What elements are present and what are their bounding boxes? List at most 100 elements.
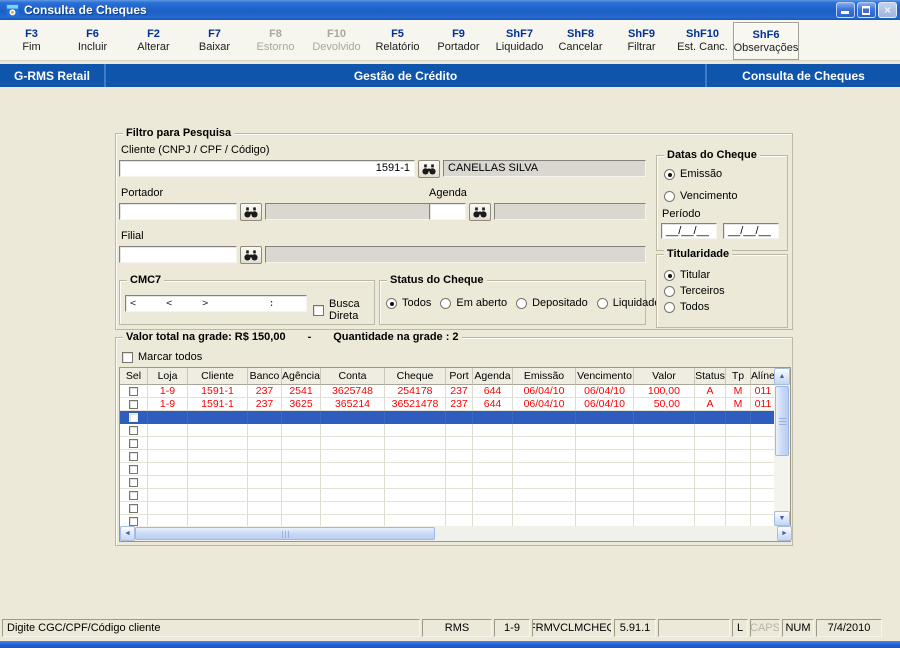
row-checkbox[interactable] xyxy=(120,450,148,463)
row-checkbox[interactable] xyxy=(120,437,148,450)
radio-depositado[interactable]: Depositado xyxy=(516,297,588,309)
toolbar-key: F10 xyxy=(327,28,346,40)
row-checkbox[interactable] xyxy=(120,476,148,489)
scroll-up-button[interactable]: ▲ xyxy=(774,368,790,385)
restore-button[interactable] xyxy=(857,2,876,18)
grid-column-header-agência[interactable]: Agência xyxy=(282,368,321,385)
radio-label: Terceiros xyxy=(680,285,725,297)
portador-search-button[interactable] xyxy=(240,203,262,221)
grid-column-header-banco[interactable]: Banco xyxy=(248,368,282,385)
toolbar-key: F5 xyxy=(391,28,404,40)
toolbar-button-f5[interactable]: F5Relatório xyxy=(367,22,428,58)
vertical-scrollbar[interactable] xyxy=(774,385,790,528)
grid-cell: 254178 xyxy=(385,385,446,398)
toolbar-button-shf10[interactable]: ShF10Est. Canc. xyxy=(672,22,733,58)
statusbar-panel-l: L xyxy=(732,619,748,637)
row-checkbox[interactable] xyxy=(120,489,148,502)
filial-search-button[interactable] xyxy=(240,246,262,264)
toolbar-button-shf9[interactable]: ShF9Filtrar xyxy=(611,22,672,58)
grid-column-header-status[interactable]: Status xyxy=(695,368,726,385)
grid-empty-row[interactable] xyxy=(120,502,776,515)
row-checkbox[interactable] xyxy=(120,398,148,411)
radio-label: Todos xyxy=(402,297,431,309)
horizontal-scrollbar-thumb[interactable] xyxy=(135,527,435,540)
grid-column-header-emissão[interactable]: Emissão xyxy=(513,368,576,385)
radio-vencimento[interactable]: Vencimento xyxy=(664,190,737,202)
grid-cell: 237 xyxy=(446,398,473,411)
grid-column-header-cheque[interactable]: Cheque xyxy=(385,368,446,385)
scroll-right-button[interactable]: ► xyxy=(777,526,792,541)
minimize-button[interactable] xyxy=(836,2,855,18)
grid-header: SelLojaClienteBancoAgênciaContaChequePor… xyxy=(120,368,790,385)
toolbar-label: Liquidado xyxy=(496,41,544,53)
grid-column-header-agenda[interactable]: Agenda xyxy=(473,368,513,385)
grid-empty-row[interactable] xyxy=(120,463,776,476)
row-checkbox[interactable] xyxy=(120,424,148,437)
busca-direta-checkbox[interactable]: Busca Direta xyxy=(313,298,374,322)
filial-input[interactable] xyxy=(119,246,237,263)
toolbar-button-shf7[interactable]: ShF7Liquidado xyxy=(489,22,550,58)
grid-column-header-valor[interactable]: Valor xyxy=(634,368,695,385)
toolbar-button-f7[interactable]: F7Baixar xyxy=(184,22,245,58)
agenda-input[interactable] xyxy=(429,203,466,220)
toolbar-button-f9[interactable]: F9Portador xyxy=(428,22,489,58)
radio-icon xyxy=(664,286,675,297)
radio-liquidado[interactable]: Liquidado xyxy=(597,297,661,309)
grid-column-header-alínea[interactable]: Alínea xyxy=(751,368,776,385)
horizontal-scrollbar[interactable]: ◄ ► xyxy=(120,526,792,541)
cliente-search-button[interactable] xyxy=(418,160,440,178)
statusbar-panel-7-4-2010: 7/4/2010 xyxy=(816,619,882,637)
grid-cell xyxy=(446,450,473,463)
row-checkbox[interactable] xyxy=(120,463,148,476)
grid-cell xyxy=(634,450,695,463)
grid-empty-row[interactable] xyxy=(120,437,776,450)
radio-todos[interactable]: Todos xyxy=(386,297,431,309)
grid-column-header-tp[interactable]: Tp xyxy=(726,368,751,385)
grid-cell xyxy=(282,463,321,476)
radio-em-aberto[interactable]: Em aberto xyxy=(440,297,507,309)
cmc7-input[interactable]: < < > : xyxy=(125,295,307,312)
datas-cheque-radios: Emissão Vencimento xyxy=(664,168,737,202)
grid-selected-row[interactable] xyxy=(120,411,776,424)
scroll-down-button[interactable]: ▼ xyxy=(774,511,790,526)
grid-cell xyxy=(321,502,385,515)
agenda-search-button[interactable] xyxy=(469,203,491,221)
grid-data-row[interactable]: 1-91591-12372541362574825417823764406/04… xyxy=(120,385,776,398)
toolbar-button-f2[interactable]: F2Alterar xyxy=(123,22,184,58)
grid-empty-row[interactable] xyxy=(120,476,776,489)
radio-terceiros[interactable]: Terceiros xyxy=(664,285,725,297)
periodo-from-input[interactable]: __/__/__ xyxy=(661,223,717,239)
radio-icon xyxy=(386,298,397,309)
radio-todos[interactable]: Todos xyxy=(664,301,725,313)
grid-column-header-loja[interactable]: Loja xyxy=(148,368,188,385)
grid-cell xyxy=(634,424,695,437)
marcar-todos-checkbox[interactable]: Marcar todos xyxy=(122,351,202,363)
row-checkbox[interactable] xyxy=(120,411,148,424)
grid-column-header-vencimento[interactable]: Vencimento xyxy=(576,368,634,385)
grid-empty-row[interactable] xyxy=(120,424,776,437)
grid-cell: 1591-1 xyxy=(188,398,248,411)
portador-input[interactable] xyxy=(119,203,237,220)
cliente-input[interactable]: 1591-1 xyxy=(119,160,415,177)
row-checkbox[interactable] xyxy=(120,385,148,398)
grid-empty-row[interactable] xyxy=(120,489,776,502)
grid-column-header-sel[interactable]: Sel xyxy=(120,368,148,385)
grid-data-row[interactable]: 1-91591-123736253652143652147823764406/0… xyxy=(120,398,776,411)
radio-emissão[interactable]: Emissão xyxy=(664,168,737,180)
toolbar-button-f3[interactable]: F3Fim xyxy=(1,22,62,58)
grid-column-header-conta[interactable]: Conta xyxy=(321,368,385,385)
radio-titular[interactable]: Titular xyxy=(664,269,725,281)
toolbar-button-f6[interactable]: F6Incluir xyxy=(62,22,123,58)
grid-cell xyxy=(282,411,321,424)
grid-cell xyxy=(726,489,751,502)
toolbar-button-shf6[interactable]: ShF6Observações xyxy=(733,22,799,60)
grid-empty-row[interactable] xyxy=(120,450,776,463)
vertical-scrollbar-thumb[interactable] xyxy=(775,386,789,456)
toolbar-button-shf8[interactable]: ShF8Cancelar xyxy=(550,22,611,58)
row-checkbox[interactable] xyxy=(120,502,148,515)
grid-column-header-port[interactable]: Port xyxy=(446,368,473,385)
grid-column-header-cliente[interactable]: Cliente xyxy=(188,368,248,385)
radio-icon xyxy=(440,298,451,309)
periodo-to-input[interactable]: __/__/__ xyxy=(723,223,779,239)
scroll-left-button[interactable]: ◄ xyxy=(120,526,135,541)
